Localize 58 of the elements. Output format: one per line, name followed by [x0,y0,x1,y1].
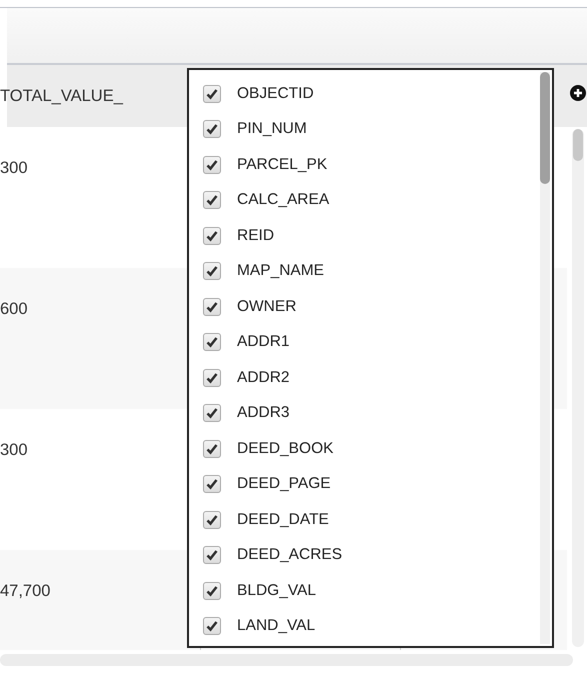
column-label[interactable]: CALC_AREA [237,191,330,210]
checkmark-icon [206,514,218,526]
checkbox[interactable] [203,546,221,564]
checkbox[interactable] [203,475,221,494]
menu-scrollbar[interactable] [540,72,550,644]
column-label[interactable]: OBJECTID [237,84,314,103]
checkbox[interactable] [203,120,221,138]
column-label[interactable]: PARCEL_PK [237,156,328,174]
add-column-icon[interactable] [570,85,586,101]
checkbox[interactable] [203,582,221,600]
column-label[interactable]: DEED_BOOK [237,440,334,458]
column-label[interactable]: DEED_DATE [237,510,329,529]
header-label: TOTAL_VALUE_ [0,86,123,106]
checkbox[interactable] [203,617,221,636]
checkmark-icon [206,584,218,597]
column-label[interactable]: REID [237,226,274,245]
checkmark-icon [206,194,218,206]
checkmark-icon [206,158,218,171]
table-cell: 300 [0,159,28,177]
checkmark-icon [206,88,218,100]
table-cell: 300 [0,441,28,459]
checkbox[interactable] [203,440,221,458]
column-label[interactable]: DEED_ACRES [237,546,342,564]
checkbox[interactable] [203,298,221,316]
checkmark-icon [206,123,218,136]
checkbox[interactable] [203,226,221,245]
table-cell: 47,700 [0,582,50,600]
checkmark-icon [206,300,218,313]
checkmark-icon [206,620,218,632]
column-label[interactable]: OWNER [237,298,296,316]
checkbox[interactable] [203,333,221,352]
table-cell: 600 [0,300,28,318]
checkbox[interactable] [203,368,221,387]
column-label[interactable]: PIN_NUM [237,120,307,138]
checkbox[interactable] [203,404,221,422]
scrollbar-thumb[interactable] [573,129,583,161]
checkbox[interactable] [203,262,221,280]
checkmark-icon [206,407,218,420]
checkmark-icon [206,230,218,242]
checkbox[interactable] [203,191,221,210]
checkbox[interactable] [203,84,221,103]
column-label[interactable]: MAP_NAME [237,262,324,280]
scrollbar-thumb[interactable] [540,72,550,184]
checkmark-icon [206,442,218,455]
checkmark-icon [206,336,218,348]
column-label[interactable]: ADDR1 [237,333,290,352]
column-label[interactable]: BLDG_VAL [237,582,316,600]
vertical-scrollbar[interactable] [572,129,584,647]
column-label[interactable]: LAND_VAL [237,617,316,636]
checkmark-icon [206,549,218,562]
checkmark-icon [206,265,218,278]
checkbox[interactable] [203,510,221,529]
checkmark-icon [206,478,218,490]
column-label[interactable]: DEED_PAGE [237,475,331,494]
checkmark-icon [206,372,218,384]
column-label[interactable]: ADDR2 [237,368,290,387]
checkbox[interactable] [203,156,221,174]
column-label[interactable]: ADDR3 [237,404,290,422]
